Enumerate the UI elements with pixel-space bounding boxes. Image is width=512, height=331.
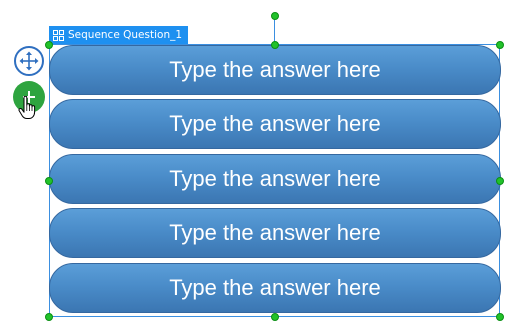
answer-box-3[interactable]: Type the answer here [49,154,501,204]
plus-icon [23,91,35,103]
grid-icon [53,29,64,41]
rotate-handle[interactable] [271,12,279,20]
move-arrows-icon [19,51,39,71]
resize-handle-bottom[interactable] [271,313,279,321]
resize-handle-top-right[interactable] [496,41,504,49]
resize-handle-right[interactable] [496,177,504,185]
answer-box-2[interactable]: Type the answer here [49,99,501,149]
rotate-guide-line [274,16,275,44]
object-name-label: Sequence Question_1 [68,29,183,41]
add-answer-button[interactable] [13,81,45,113]
move-button[interactable] [14,46,44,76]
answer-box-5[interactable]: Type the answer here [49,263,501,313]
resize-handle-top-left[interactable] [45,41,53,49]
object-name-tag[interactable]: Sequence Question_1 [49,26,189,44]
resize-handle-left[interactable] [45,177,53,185]
answer-box-4[interactable]: Type the answer here [49,208,501,258]
resize-handle-bottom-left[interactable] [45,313,53,321]
resize-handle-bottom-right[interactable] [496,313,504,321]
resize-handle-top[interactable] [271,41,279,49]
answer-box-1[interactable]: Type the answer here [49,45,501,95]
